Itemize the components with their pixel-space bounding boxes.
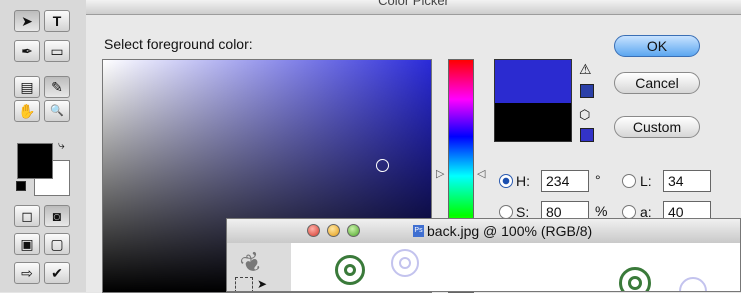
minimize-window-icon[interactable] [327,224,340,237]
hand-icon[interactable]: ✋ [14,100,40,122]
document-canvas[interactable] [291,243,740,291]
file-browser-strip: ❦ ➤ [227,243,292,291]
move-icon[interactable]: ➤ [257,277,267,291]
tools-palette: ➤ T ✒ ▭ ▤ ✎ ✋ 🔍 ⤷ ◻ ◙ ▣ ▢ ⇨ ✔ [0,0,87,292]
rectangle-icon[interactable]: ▭ [44,40,70,62]
lavender-ring-inner [399,257,411,269]
web-safe-swatch[interactable] [580,128,594,142]
lavender-ring-shape [391,249,419,277]
document-title: back.jpg @ 100% (RGB/8) [427,223,593,239]
green-ring-inner [344,264,356,276]
web-safe-cube-icon: ⬡ [579,107,591,122]
default-colors-icon[interactable] [16,181,26,191]
arrow-icon[interactable]: ➤ [14,10,40,32]
lightness-field[interactable]: 34 [663,170,711,192]
slider-right-arrow-icon[interactable]: ◁ [477,167,485,180]
document-window: Ps back.jpg @ 100% (RGB/8) ❦ ➤ [226,218,741,292]
standard-mode-icon[interactable]: ◻ [14,205,40,227]
custom-button[interactable]: Custom [614,116,700,138]
gamut-warning-icon: ⚠ [579,61,592,77]
photoshop-file-icon: Ps [413,225,424,237]
hue-radio[interactable] [499,174,513,188]
cancel-button[interactable]: Cancel [614,72,700,94]
current-color-preview[interactable] [494,103,572,142]
jump-to-app-icon[interactable]: ✔ [44,262,70,284]
saturation-radio[interactable] [499,205,513,219]
green-ring-shape-right [619,267,651,291]
hue-field[interactable]: 234 [541,170,589,192]
hue-label: H: [516,173,530,189]
gamut-correction-swatch[interactable] [580,84,594,98]
close-window-icon[interactable] [307,224,320,237]
zoom-icon[interactable]: 🔍 [44,100,70,122]
pen-icon[interactable]: ✒ [14,40,40,62]
jump-to-icon[interactable]: ⇨ [14,262,40,284]
quickmask-mode-icon[interactable]: ◙ [44,205,70,227]
swap-colors-icon[interactable]: ⤷ [58,138,65,153]
dialog-titlebar[interactable]: Color Picker [86,0,741,15]
dialog-title: Color Picker [378,0,449,8]
document-titlebar[interactable]: Ps back.jpg @ 100% (RGB/8) [227,219,740,244]
lightness-radio[interactable] [622,174,636,188]
dialog-prompt: Select foreground color: [104,36,253,52]
ok-button[interactable]: OK [614,35,700,57]
hue-unit: ° [595,172,601,188]
screen-mode-icon[interactable]: ▣ [14,233,40,255]
foreground-color-swatch[interactable] [17,143,53,179]
new-color-preview [494,59,572,104]
color-field-cursor[interactable] [376,159,389,172]
a-channel-radio[interactable] [622,205,636,219]
notes-icon[interactable]: ▤ [14,76,40,98]
lightness-label: L: [640,173,652,189]
green-ring-shape [335,255,365,285]
zoom-window-icon[interactable] [347,224,360,237]
type-icon[interactable]: T [44,10,70,32]
green-ring-inner-right [628,276,642,290]
marquee-icon[interactable] [235,277,253,291]
lavender-ring-shape-right [679,277,707,291]
slider-left-arrow-icon[interactable]: ▷ [436,167,444,180]
saturation-unit: % [595,203,608,219]
screen-mode-full-icon[interactable]: ▢ [44,233,70,255]
eyedropper-icon[interactable]: ✎ [44,76,70,98]
